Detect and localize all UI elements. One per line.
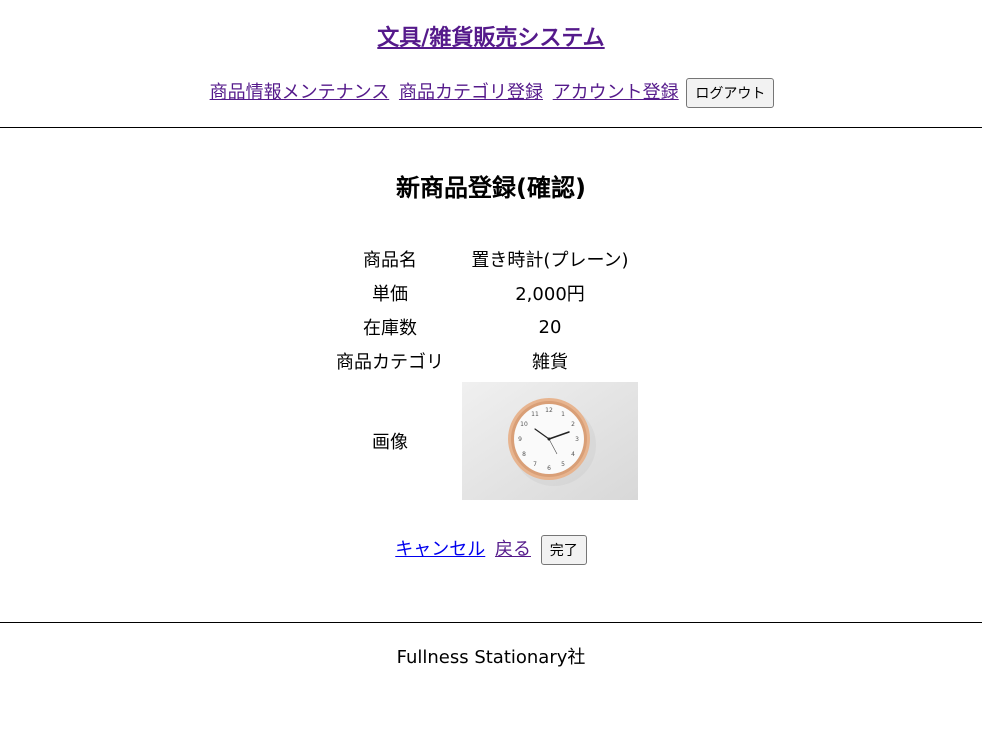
svg-text:1: 1 xyxy=(561,411,565,418)
svg-text:12: 12 xyxy=(545,407,553,414)
nav-product-maintenance-link[interactable]: 商品情報メンテナンス xyxy=(210,82,390,103)
product-image-clock: 12 1 2 3 4 5 6 7 8 9 10 11 xyxy=(462,382,638,500)
footer-company: Fullness Stationary社 xyxy=(396,647,586,668)
nav-account-register-link[interactable]: アカウント登録 xyxy=(553,82,679,103)
price-value: 2,000円 xyxy=(515,284,585,305)
svg-text:8: 8 xyxy=(522,451,526,458)
site-title: 文具/雑貨販売システム xyxy=(0,20,982,52)
name-label: 商品名 xyxy=(363,250,417,271)
back-link[interactable]: 戻る xyxy=(495,539,531,560)
svg-text:2: 2 xyxy=(571,421,575,428)
site-title-link[interactable]: 文具/雑貨販売システム xyxy=(377,26,604,51)
svg-text:4: 4 xyxy=(571,451,575,458)
svg-text:5: 5 xyxy=(561,461,565,468)
svg-text:3: 3 xyxy=(575,436,579,443)
header-divider xyxy=(0,127,982,128)
name-value: 置き時計(プレーン) xyxy=(471,250,629,271)
svg-text:6: 6 xyxy=(547,465,551,472)
category-label: 商品カテゴリ xyxy=(336,352,444,373)
stock-value: 20 xyxy=(538,316,562,338)
table-row: 在庫数 20 xyxy=(328,312,640,342)
table-row: 商品カテゴリ 雑貨 xyxy=(328,346,640,376)
form-actions: キャンセル 戻る 完了 xyxy=(0,535,982,565)
price-label: 単価 xyxy=(372,284,408,305)
stock-label: 在庫数 xyxy=(363,318,417,339)
table-row: 画像 12 1 2 3 4 5 6 7 8 9 10 11 xyxy=(328,380,640,502)
logout-button[interactable]: ログアウト xyxy=(686,78,775,108)
svg-text:7: 7 xyxy=(533,461,537,468)
svg-text:9: 9 xyxy=(518,436,522,443)
nav-category-register-link[interactable]: 商品カテゴリ登録 xyxy=(399,82,543,103)
product-confirm-table: 商品名 置き時計(プレーン) 単価 2,000円 在庫数 20 商品カテゴリ 雑… xyxy=(320,240,648,506)
table-row: 商品名 置き時計(プレーン) xyxy=(328,244,640,274)
cancel-link[interactable]: キャンセル xyxy=(395,539,485,560)
main-nav: 商品情報メンテナンス 商品カテゴリ登録 アカウント登録 ログアウト xyxy=(0,78,982,108)
svg-text:10: 10 xyxy=(520,421,528,428)
svg-text:11: 11 xyxy=(531,411,539,418)
category-value: 雑貨 xyxy=(532,352,568,373)
complete-button[interactable]: 完了 xyxy=(540,535,587,565)
image-label: 画像 xyxy=(372,432,408,453)
table-row: 単価 2,000円 xyxy=(328,278,640,308)
product-image-cell: 12 1 2 3 4 5 6 7 8 9 10 11 xyxy=(460,380,640,502)
page-title: 新商品登録(確認) xyxy=(396,174,586,202)
footer-divider xyxy=(0,622,982,623)
